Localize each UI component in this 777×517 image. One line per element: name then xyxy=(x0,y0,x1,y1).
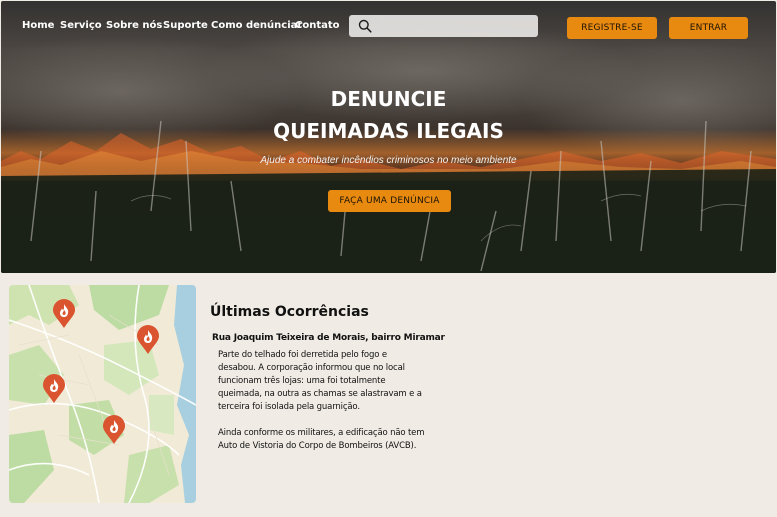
paragraph-line: queimada, na outra as chamas se alastrav… xyxy=(218,389,422,399)
occurrence-paragraph-1: Parte do telhado foi derretida pelo fogo… xyxy=(218,349,428,414)
fire-marker-icon[interactable] xyxy=(136,325,160,355)
register-button[interactable]: REGISTRE-SE xyxy=(567,17,657,39)
nav-home[interactable]: Home xyxy=(22,20,54,31)
map-canvas xyxy=(9,285,196,503)
paragraph-line: Ainda conforme os militares, a edificaçã… xyxy=(218,428,425,438)
nav-servico[interactable]: Serviço xyxy=(60,20,102,31)
occurrence-paragraph-2: Ainda conforme os militares, a edificaçã… xyxy=(218,427,428,453)
fire-marker-icon[interactable] xyxy=(42,374,66,404)
occurrence-address: Rua Joaquim Teixeira de Morais, bairro M… xyxy=(212,333,445,343)
search-input[interactable] xyxy=(375,18,531,34)
search-bar[interactable] xyxy=(349,15,538,37)
hero-title-line2: QUEIMADAS ILEGAIS xyxy=(273,119,504,143)
paragraph-line: desabou. A corporação informou que no lo… xyxy=(218,363,405,373)
nav-como-denunciar[interactable]: Como denúnciar xyxy=(211,20,302,31)
paragraph-line: terceira foi isolada pela guarnição. xyxy=(218,402,360,412)
search-icon xyxy=(358,19,372,33)
nav-suporte[interactable]: Suporte xyxy=(163,20,208,31)
hero-title-line1: DENUNCIE xyxy=(330,87,447,111)
fire-marker-icon[interactable] xyxy=(102,415,126,445)
paragraph-line: Parte do telhado foi derretida pelo fogo… xyxy=(218,350,387,360)
occurrences-map[interactable] xyxy=(9,285,196,503)
fire-marker-icon[interactable] xyxy=(52,299,76,329)
nav-contato[interactable]: Contato xyxy=(295,20,340,31)
login-button[interactable]: ENTRAR xyxy=(669,17,748,39)
occurrences-title: Últimas Ocorrências xyxy=(210,304,369,320)
paragraph-line: Auto de Vistoria do Corpo de Bombeiros (… xyxy=(218,441,417,451)
paragraph-line: funcionam três lojas: uma foi totalmente xyxy=(218,376,386,386)
hero-subtitle: Ajude a combater incêndios criminosos no… xyxy=(260,155,517,166)
nav-sobre-nos[interactable]: Sobre nós xyxy=(106,20,162,31)
report-button[interactable]: FAÇA UMA DENÚNCIA xyxy=(328,190,451,212)
hero-banner: Home Serviço Sobre nós Suporte Como denú… xyxy=(1,1,776,273)
